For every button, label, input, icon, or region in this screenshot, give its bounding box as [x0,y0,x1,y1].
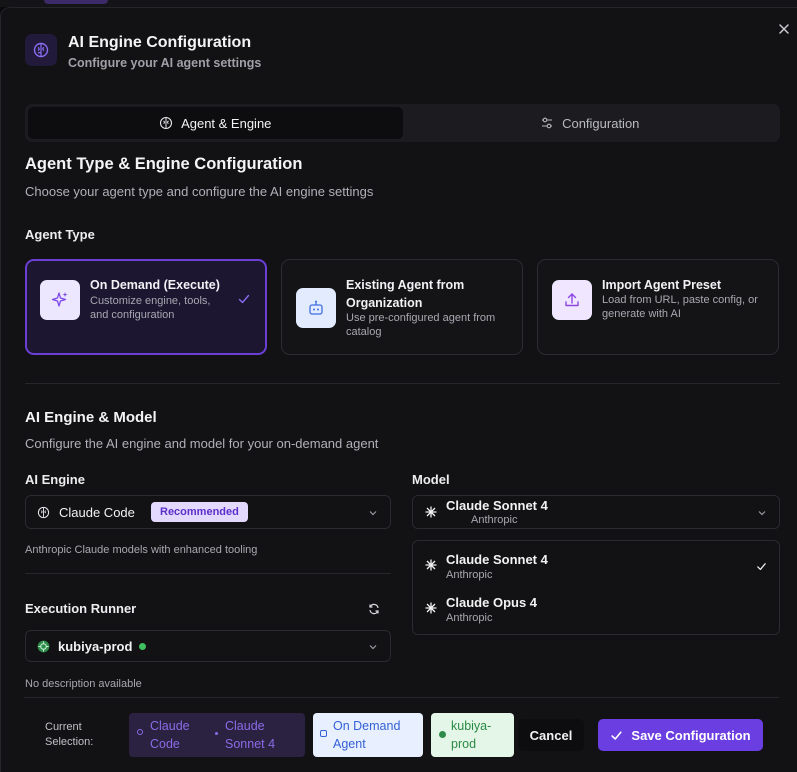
option-provider: Anthropic [446,569,493,581]
brain-icon [160,116,173,130]
card-description: Use pre-configured agent from catalog [346,312,496,338]
anthropic-spark-icon [425,602,437,614]
agent-type-label: Agent Type [25,227,95,242]
footer-divider [24,697,779,698]
option-name: Claude Opus 4 [446,595,538,610]
engine-chip-model: Claude Sonnet 4 [225,719,276,751]
section-divider [25,573,391,574]
ai-engine-help: Anthropic Claude models with enhanced to… [25,544,258,556]
execution-runner-label: Execution Runner [25,601,137,616]
brain-icon [137,729,143,735]
agent-section-description: Choose your agent type and configure the… [25,184,374,199]
section-divider [25,383,780,384]
brain-icon [37,506,50,519]
background-top-strip [0,0,797,7]
agent-card-import[interactable]: Import Agent Preset Load from URL, paste… [537,259,779,355]
engine-chip: Claude Code Claude Sonnet 4 [129,713,305,757]
check-icon [238,294,250,304]
anthropic-spark-icon [215,732,218,735]
recommended-badge: Recommended [151,502,248,522]
model-provider: Anthropic [471,514,518,526]
model-select[interactable]: Claude Sonnet 4 Anthropic [412,495,780,529]
runner-value: kubiya-prod [58,639,133,654]
runner-chip: kubiya-prod [431,713,514,757]
sliders-icon [542,117,553,129]
upload-icon [552,280,592,320]
card-description: Customize engine, tools, and configurati… [90,295,211,321]
card-description: Load from URL, paste config, or generate… [602,294,758,320]
agent-section-title: Agent Type & Engine Configuration [25,155,303,173]
runner-help: No description available [25,678,142,690]
save-label: Save Configuration [631,727,751,743]
chevron-down-icon [369,645,377,650]
check-icon [757,563,766,571]
ai-engine-value: Claude Code [59,505,135,520]
ai-engine-select[interactable]: Claude Code Recommended [25,495,391,529]
close-icon[interactable] [777,22,791,36]
model-value: Claude Sonnet 4 [446,498,548,513]
agent-chip: On Demand Agent [313,713,423,757]
save-configuration-button[interactable]: Save Configuration [598,719,763,751]
tab-label: Agent & Engine [181,115,272,131]
agent-chip-label: On Demand Agent [333,719,401,751]
brain-icon [25,34,57,66]
model-option-opus[interactable]: Claude Opus 4 Anthropic [413,592,779,632]
runner-chip-label: kubiya-prod [451,719,492,751]
model-dropdown: Claude Sonnet 4 Anthropic Claude Opus 4 … [412,540,780,635]
card-title: On Demand (Execute) [90,278,220,292]
tab-agent-engine[interactable]: Agent & Engine [28,107,403,139]
anthropic-spark-icon [425,559,437,571]
dialog-title: AI Engine Configuration [68,34,252,51]
chevron-down-icon [369,511,377,516]
robot-icon [320,730,327,737]
model-option-sonnet[interactable]: Claude Sonnet 4 Anthropic [413,549,779,589]
dialog-subtitle: Configure your AI agent settings [68,56,262,70]
ai-engine-config-dialog: AI Engine Configuration Configure your A… [0,7,797,772]
cancel-button[interactable]: Cancel [518,719,584,751]
current-selection-label: Current Selection: [45,721,94,748]
refresh-icon[interactable] [368,603,380,615]
robot-icon [296,288,336,328]
status-dot [139,643,146,650]
agent-card-on-demand[interactable]: On Demand (Execute) Customize engine, to… [25,259,267,355]
sparkles-icon [40,280,80,320]
check-icon [611,730,623,740]
runner-select[interactable]: kubiya-prod [25,630,391,662]
tab-configuration[interactable]: Configuration [403,107,778,139]
engine-section-title: AI Engine & Model [25,409,157,426]
kubernetes-icon [37,640,50,653]
chevron-down-icon [758,511,766,516]
agent-card-existing[interactable]: Existing Agent from Organization Use pre… [281,259,523,355]
option-provider: Anthropic [446,612,493,624]
option-name: Claude Sonnet 4 [446,552,548,567]
anthropic-spark-icon [425,506,437,518]
background-tab-indicator [44,0,108,4]
kubernetes-icon [439,731,446,738]
card-title: Import Agent Preset [602,278,722,292]
card-title: Existing Agent from Organization [346,278,465,310]
model-label: Model [412,472,450,487]
engine-chip-engine: Claude Code [150,719,190,751]
engine-section-description: Configure the AI engine and model for yo… [25,436,379,451]
ai-engine-label: AI Engine [25,472,85,487]
tab-bar: Agent & Engine Configuration [25,104,780,142]
tab-label: Configuration [562,115,640,131]
